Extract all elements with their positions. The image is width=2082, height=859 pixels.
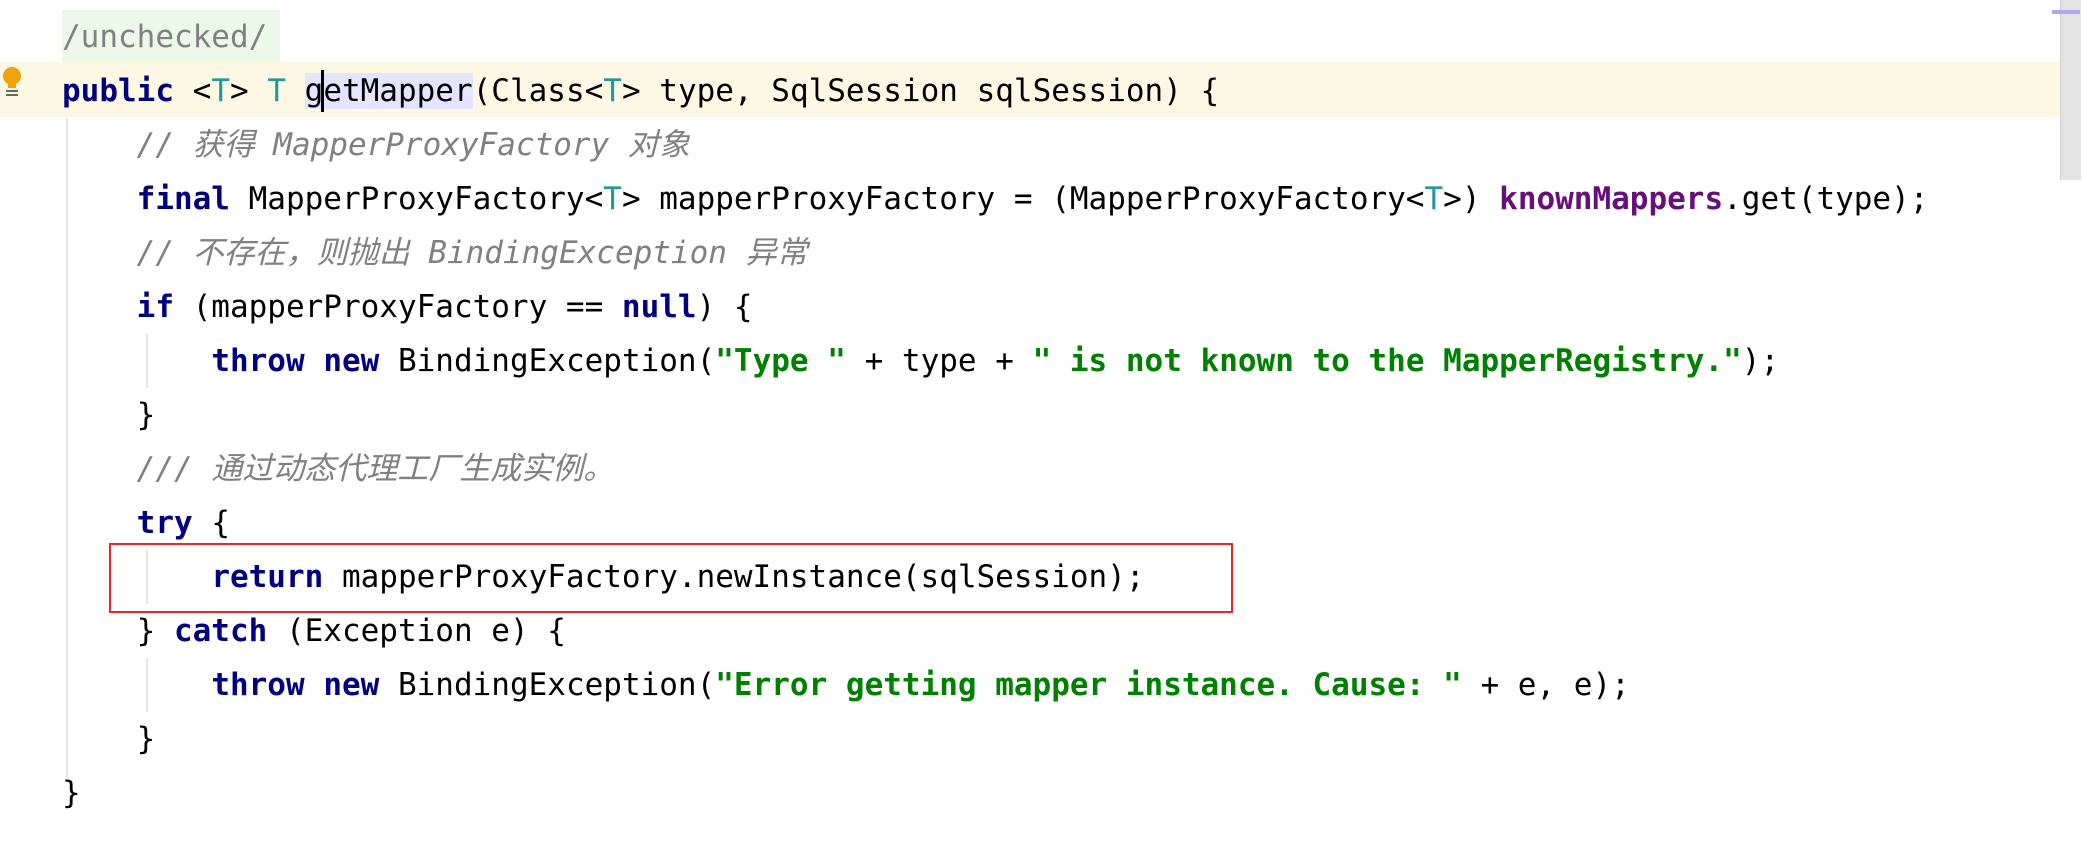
highlight-box: [109, 543, 1233, 613]
vertical-scrollbar[interactable]: [2060, 0, 2081, 180]
code-token: getMapper: [304, 73, 473, 109]
code-token: <: [173, 73, 212, 109]
code-line[interactable]: final MapperProxyFactory<T> mapperProxyF…: [62, 172, 1929, 226]
code-line[interactable]: /// 通过动态代理工厂生成实例。: [62, 442, 615, 496]
keyword-token: null: [621, 289, 697, 325]
code-line[interactable]: public <T> T getMapper(Class<T> type, Sq…: [62, 64, 1219, 118]
code-line[interactable]: }: [62, 766, 81, 820]
keyword-token: throw: [211, 343, 305, 379]
code-line[interactable]: if (mapperProxyFactory == null) {: [62, 280, 753, 334]
code-token: + type +: [845, 343, 1033, 379]
code-line[interactable]: // 获得 MapperProxyFactory 对象: [62, 118, 690, 172]
code-token: knownMappers: [1499, 181, 1724, 217]
code-token: ) {: [696, 289, 753, 325]
code-token: }: [62, 397, 156, 433]
string-token: "Type ": [715, 343, 846, 379]
code-token: MapperProxyFactory<: [229, 181, 604, 217]
code-token: + e, e);: [1461, 667, 1630, 703]
code-token: T: [1424, 181, 1444, 217]
keyword-token: final: [136, 181, 230, 217]
code-token: > type, SqlSession sqlSession) {: [621, 73, 1220, 109]
code-line[interactable]: throw new BindingException("Type " + typ…: [62, 334, 1779, 388]
code-token: /unchecked/: [62, 19, 268, 55]
code-line[interactable]: }: [62, 388, 156, 442]
code-token: T: [603, 181, 622, 217]
code-token: }: [62, 721, 156, 757]
code-line[interactable]: /unchecked/: [62, 10, 267, 64]
keyword-token: try: [136, 505, 193, 541]
code-line[interactable]: }: [62, 712, 156, 766]
code-token: BindingException(: [379, 343, 716, 379]
code-token: T: [211, 73, 230, 109]
keyword-token: throw: [211, 667, 305, 703]
code-token: }: [62, 613, 174, 649]
code-token: .get(type);: [1723, 181, 1929, 217]
code-token: (Class<: [472, 73, 604, 109]
comment-token: // 不存在，则抛出 BindingException 异常: [136, 235, 808, 271]
string-token: "Error getting mapper instance. Cause: ": [715, 667, 1462, 703]
keyword-token: catch: [173, 613, 268, 649]
code-token: {: [192, 505, 230, 541]
keyword-token: public: [62, 73, 174, 109]
scrollbar-marker[interactable]: [2052, 10, 2080, 14]
code-line[interactable]: // 不存在，则抛出 BindingException 异常: [62, 226, 808, 280]
keyword-token: if: [136, 289, 174, 325]
code-token: > mapperProxyFactory = (MapperProxyFacto…: [621, 181, 1425, 217]
code-token: (mapperProxyFactory ==: [173, 289, 622, 325]
keyword-token: new: [323, 343, 380, 379]
code-line[interactable]: try {: [62, 496, 230, 550]
comment-token: // 获得 MapperProxyFactory 对象: [136, 127, 690, 163]
text-caret: [321, 70, 324, 112]
code-token: }: [62, 775, 81, 811]
code-token: BindingException(: [379, 667, 716, 703]
code-line[interactable]: throw new BindingException("Error gettin…: [62, 658, 1630, 712]
intention-bulb-icon[interactable]: [2, 66, 22, 100]
code-token: (Exception e) {: [267, 613, 566, 649]
keyword-token: new: [323, 667, 380, 703]
string-token: " is not known to the MapperRegistry.": [1032, 343, 1742, 379]
code-token: >: [229, 73, 268, 109]
code-token: );: [1741, 343, 1780, 379]
code-token: T: [267, 73, 286, 109]
code-token: >): [1443, 181, 1500, 217]
comment-token: /// 通过动态代理工厂生成实例。: [136, 451, 615, 487]
code-token: T: [603, 73, 622, 109]
